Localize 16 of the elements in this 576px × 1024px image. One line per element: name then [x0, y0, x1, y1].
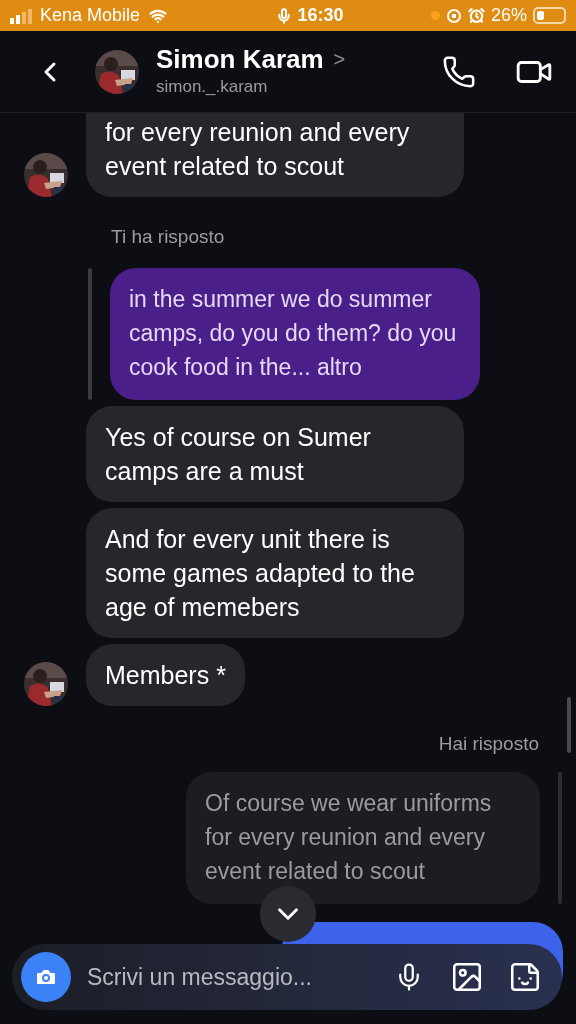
- message-bubble: And for every unit there is some games adapted to the age of memebers: [86, 507, 464, 638]
- message-bubble: Members *: [86, 643, 245, 706]
- reply-label: Ti ha risposto: [111, 225, 225, 249]
- contact-username: simon._.karam: [156, 75, 269, 98]
- message-bubble: Yes of course on Sumer camps are a must: [86, 405, 464, 502]
- quoted-message[interactable]: Of course we wear uniforms for every reunion and every event related to scout: [186, 772, 540, 904]
- carrier-name: Kena Mobile: [40, 4, 141, 27]
- quoted-message[interactable]: in the summer we do summer camps, do you do them? do you cook food in the... altro: [110, 267, 480, 400]
- contact-name[interactable]: Simon Karam: [156, 43, 324, 74]
- chevron-text[interactable]: >: [333, 43, 346, 74]
- message-input[interactable]: Scrivi un messaggio...: [87, 959, 394, 995]
- clock-time: 16:30: [297, 4, 344, 27]
- message-bubble: for every reunion and every event related to scout: [86, 113, 464, 197]
- battery-percentage: 26%: [490, 4, 527, 27]
- reply-label: Hai risposto: [438, 731, 539, 756]
- message-field[interactable]: Scrivi un messaggio...: [12, 944, 562, 1010]
